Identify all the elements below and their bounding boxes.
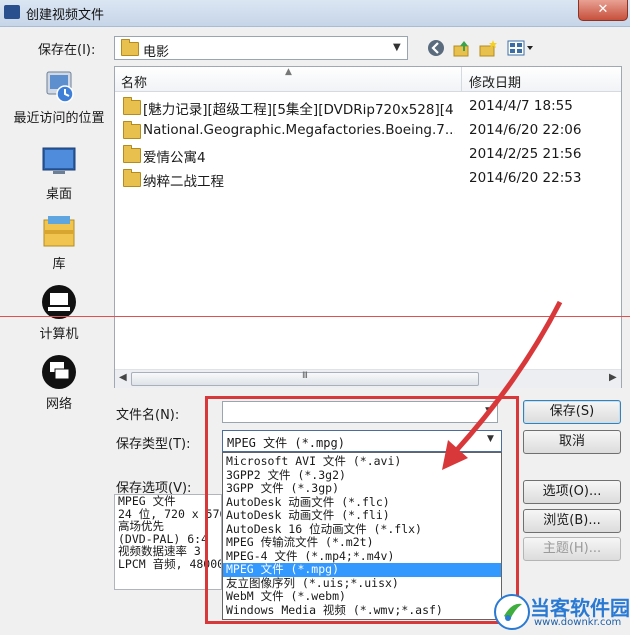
- scroll-thumb[interactable]: III: [131, 371, 479, 386]
- place-libraries[interactable]: 库: [8, 214, 110, 272]
- chevron-down-icon: ▼: [393, 42, 401, 53]
- save-in-label: 保存在(I):: [38, 43, 96, 58]
- column-divider[interactable]: [461, 67, 462, 91]
- title-bar: 创建视频文件 ✕: [0, 0, 630, 27]
- place-label: 网络: [45, 397, 72, 412]
- horizontal-scrollbar[interactable]: ◀ III ▶: [115, 369, 621, 388]
- new-folder-icon: [479, 40, 497, 57]
- column-header: 名称 ▲ 修改日期: [115, 67, 621, 92]
- watermark-url: www.downkr.com: [534, 617, 622, 628]
- file-date: 2014/2/25 21:56: [469, 146, 582, 162]
- computer-icon: [41, 284, 77, 320]
- column-name[interactable]: 名称: [121, 72, 147, 91]
- scroll-left-icon[interactable]: ◀: [119, 372, 127, 383]
- file-name: National.Geographic.Megafactories.Boeing…: [143, 122, 455, 138]
- file-row[interactable]: National.Geographic.Megafactories.Boeing…: [115, 120, 621, 142]
- folder-icon: [121, 39, 139, 56]
- app-icon: [4, 5, 20, 19]
- back-arrow-icon: [428, 40, 444, 56]
- folder-combo[interactable]: 电影 ▼: [114, 36, 408, 60]
- file-date: 2014/6/20 22:53: [469, 170, 582, 186]
- desktop-icon: [41, 144, 77, 180]
- new-folder-button[interactable]: [478, 39, 498, 59]
- save-button[interactable]: 保存(S): [523, 400, 621, 424]
- file-name: [魅力记录][超级工程][5集全][DVDRip720x528][4...: [143, 102, 455, 118]
- back-button[interactable]: [426, 39, 446, 59]
- network-icon: [41, 354, 77, 390]
- scroll-grip: III: [302, 371, 308, 381]
- file-name: 爱情公寓4: [143, 150, 206, 166]
- watermark: 当客软件园 www.downkr.com: [494, 590, 630, 635]
- folder-icon: [123, 145, 141, 163]
- file-row[interactable]: [魅力记录][超级工程][5集全][DVDRip720x528][4... 20…: [115, 96, 621, 118]
- up-folder-button[interactable]: [452, 39, 472, 59]
- file-row[interactable]: 爱情公寓4 2014/2/25 21:56: [115, 144, 621, 166]
- view-grid-icon: [507, 40, 533, 56]
- browse-button[interactable]: 浏览(B)...: [523, 509, 621, 533]
- place-label: 最近访问的位置: [13, 111, 105, 126]
- watermark-logo-icon: [494, 594, 530, 630]
- sort-ascending-icon: ▲: [285, 67, 292, 77]
- file-row[interactable]: 纳粹二战工程 2014/6/20 22:53: [115, 168, 621, 190]
- place-computer[interactable]: 计算机: [8, 284, 110, 342]
- column-date[interactable]: 修改日期: [469, 72, 521, 91]
- place-desktop[interactable]: 桌面: [8, 144, 110, 202]
- folder-icon: [123, 121, 141, 139]
- file-name: 纳粹二战工程: [143, 174, 224, 190]
- place-label: 计算机: [39, 327, 79, 342]
- current-folder-name: 电影: [143, 45, 170, 60]
- folder-icon: [123, 169, 141, 187]
- window-title: 创建视频文件: [26, 8, 105, 23]
- filename-label: 文件名(N):: [116, 408, 180, 423]
- cancel-button[interactable]: 取消: [523, 430, 621, 454]
- close-button[interactable]: ✕: [578, 0, 628, 21]
- place-recent[interactable]: 最近访问的位置: [8, 68, 110, 126]
- file-list[interactable]: 名称 ▲ 修改日期 [魅力记录][超级工程][5集全][DVDRip720x52…: [114, 66, 622, 388]
- view-menu-button[interactable]: [506, 39, 536, 59]
- place-network[interactable]: 网络: [8, 354, 110, 412]
- libraries-icon: [41, 214, 77, 250]
- place-label: 库: [52, 257, 66, 272]
- options-button[interactable]: 选项(O)...: [523, 480, 621, 504]
- file-date: 2014/6/20 22:06: [469, 122, 582, 138]
- scroll-right-icon[interactable]: ▶: [609, 372, 617, 383]
- up-folder-icon: [453, 41, 469, 57]
- file-date: 2014/4/7 18:55: [469, 98, 573, 114]
- recent-places-icon: [41, 68, 77, 104]
- annotation-highlight-box: [205, 396, 519, 624]
- topic-button[interactable]: 主题(H)...: [523, 537, 621, 561]
- place-label: 桌面: [45, 187, 72, 202]
- places-bar: 最近访问的位置 桌面 库 计算机 网络: [8, 66, 110, 426]
- folder-icon: [123, 97, 141, 115]
- annotation-line: [0, 316, 630, 317]
- filetype-label: 保存类型(T):: [116, 437, 191, 452]
